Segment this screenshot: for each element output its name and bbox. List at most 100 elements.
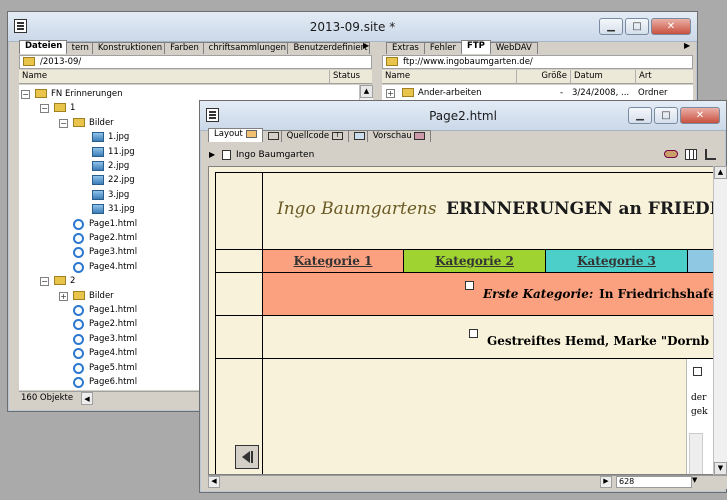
scroll-up-button[interactable]: ▲	[360, 85, 373, 98]
left-path-text: /2013-09/	[40, 57, 82, 67]
table-grid-icon[interactable]	[685, 149, 697, 160]
tab-webdav[interactable]: WebDAV	[489, 42, 538, 54]
scroll-up-button[interactable]: ▲	[714, 166, 727, 179]
maximize-button[interactable]: □	[654, 107, 678, 124]
tab-farben[interactable]: Farben	[164, 42, 204, 54]
expand-icon[interactable]: +	[386, 89, 395, 98]
tab-ftp[interactable]: FTP	[461, 40, 491, 54]
collapse-icon[interactable]: −	[40, 277, 49, 287]
content-area[interactable]: der gek	[262, 358, 713, 474]
tab-split[interactable]	[261, 130, 282, 142]
content-sidebar[interactable]: der gek	[686, 359, 713, 474]
column-size[interactable]: Größe	[516, 70, 570, 83]
image-file-icon	[92, 204, 104, 215]
right-pane-tabs: Extras Fehler FTP WebDAV	[386, 40, 686, 54]
scroll-right-button[interactable]: ▶	[600, 476, 612, 488]
canvas-back-button[interactable]	[235, 445, 259, 469]
layout-cell[interactable]	[215, 249, 263, 273]
zoom-value-field[interactable]: 628	[616, 476, 692, 488]
tree-item-label: FN Erinnerungen	[51, 89, 123, 99]
tree-item-label: Page3.html	[89, 247, 138, 258]
scroll-down-button[interactable]: ▼	[714, 462, 727, 475]
tab-quellcode[interactable]: Quellcode T	[280, 130, 349, 142]
tab-extras[interactable]: Extras	[386, 42, 425, 54]
tree-item-label: 2.jpg	[108, 161, 130, 171]
layout-cell[interactable]	[215, 172, 263, 250]
layout-cell[interactable]	[215, 315, 263, 359]
left-path-bar[interactable]: /2013-09/	[19, 55, 372, 69]
heading-italic-name: Ingo Baumgartens	[277, 199, 437, 219]
right-tabs-scroll-right-icon[interactable]: ▶	[684, 41, 693, 53]
column-name[interactable]: Name	[19, 70, 329, 83]
layout-icon	[245, 129, 257, 138]
maximize-button[interactable]: □	[625, 18, 649, 35]
list-item[interactable]: + Ander-arbeiten - 3/24/2008, ... Ordner	[382, 86, 693, 100]
minimize-button[interactable]: ▁	[628, 107, 652, 124]
tab-vorschau[interactable]: Vorschau	[366, 130, 432, 142]
layout-blocks-icon[interactable]	[705, 149, 716, 160]
heading-bold-title: ERINNERUNGEN an FRIEDRIC	[446, 199, 713, 219]
ftp-folder-icon[interactable]	[386, 57, 398, 66]
right-path-bar[interactable]: ftp://www.ingobaumgarten.de/	[382, 55, 693, 69]
tab-dateien[interactable]: Dateien	[19, 40, 67, 54]
page-window-titlebar[interactable]: Page2.html ▁ □ ✕	[200, 101, 726, 131]
collapse-icon[interactable]: −	[59, 118, 68, 128]
image-file-icon	[92, 132, 104, 143]
html-file-icon	[73, 348, 84, 360]
column-name[interactable]: Name	[382, 70, 516, 83]
image-file-icon	[92, 175, 104, 186]
scroll-left-button[interactable]: ◀	[208, 476, 220, 488]
tab-benutzerdefiniert[interactable]: Benutzerdefiniert	[287, 42, 370, 54]
close-button[interactable]: ✕	[680, 107, 720, 124]
split-view-icon	[267, 131, 279, 140]
nav-category-4[interactable]	[687, 249, 713, 273]
tree-item-label: Page4.html	[89, 348, 138, 359]
tab-split-preview[interactable]	[347, 130, 368, 142]
folder-icon	[402, 88, 414, 97]
tab-layout[interactable]: Layout	[208, 128, 263, 142]
column-date[interactable]: Datum	[570, 70, 635, 83]
nav-category-3-link[interactable]: Kategorie 3	[577, 254, 656, 268]
tree-item-label: 22.jpg	[108, 175, 135, 186]
tree-item-label: Page1.html	[89, 305, 138, 315]
nav-category-1[interactable]: Kategorie 1	[262, 249, 404, 273]
tree-item-label: 1	[70, 103, 76, 114]
item-row[interactable]: Gestreiftes Hemd, Marke "Dornb	[262, 315, 713, 359]
tree-item-label: Page2.html	[89, 319, 138, 330]
collapse-icon[interactable]: −	[40, 104, 49, 114]
html-file-icon	[73, 247, 84, 259]
tab-schriftsammlungen[interactable]: chriftsammlungen	[202, 42, 289, 54]
scroll-left-icon[interactable]: ◀	[81, 392, 93, 405]
nav-category-1-link[interactable]: Kategorie 1	[294, 254, 373, 268]
breadcrumb-label[interactable]: Ingo Baumgarten	[236, 147, 314, 163]
nav-category-2-link[interactable]: Kategorie 2	[435, 254, 514, 268]
ftp-item-date: 3/24/2008, ...	[572, 88, 630, 98]
heading-cell[interactable]: Ingo Baumgartens ERINNERUNGEN an FRIEDRI…	[262, 172, 713, 250]
site-window-titlebar[interactable]: 2013-09.site * ▁ □ ✕	[8, 12, 697, 42]
right-path-text: ftp://www.ingobaumgarten.de/	[403, 57, 533, 67]
minimize-button[interactable]: ▁	[599, 18, 623, 35]
eraser-icon[interactable]	[664, 150, 678, 158]
tab-konstruktionen[interactable]: Konstruktionen	[91, 42, 166, 54]
zoom-dropdown-icon[interactable]: ▼	[692, 476, 702, 488]
embedded-scrollbar[interactable]	[689, 433, 703, 474]
folder-up-icon[interactable]	[23, 57, 35, 66]
column-status[interactable]: Status	[329, 70, 372, 83]
close-button[interactable]: ✕	[651, 18, 691, 35]
tree-item[interactable]: − FN Erinnerungen	[19, 87, 359, 101]
layout-cell[interactable]	[215, 272, 263, 316]
tree-item-label: Page6.html	[89, 377, 138, 387]
column-kind[interactable]: Art	[635, 70, 693, 83]
expand-icon[interactable]: +	[59, 291, 68, 301]
html-file-icon	[73, 362, 84, 374]
collapse-icon[interactable]: −	[21, 90, 30, 99]
expand-arrow-icon[interactable]: ▶	[209, 147, 215, 163]
design-canvas[interactable]: Ingo Baumgartens ERINNERUNGEN an FRIEDRI…	[208, 166, 714, 475]
tab-fehler[interactable]: Fehler	[423, 42, 463, 54]
category-bar[interactable]: Erste Kategorie: In Friedrichshafen	[262, 272, 713, 316]
tab-extern[interactable]: tern	[65, 42, 93, 54]
left-tabs-scroll-right-icon[interactable]: ▶	[363, 41, 372, 53]
canvas-vertical-scrollbar[interactable]: ▲ ▼	[713, 166, 727, 475]
nav-category-3[interactable]: Kategorie 3	[545, 249, 688, 273]
nav-category-2[interactable]: Kategorie 2	[403, 249, 546, 273]
